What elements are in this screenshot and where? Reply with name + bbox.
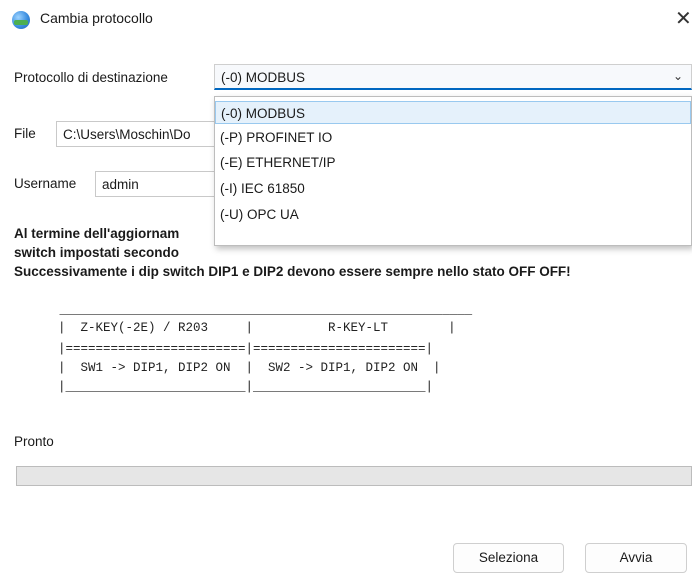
dropdown-option[interactable]: (-E) ETHERNET/IP — [215, 151, 691, 174]
table-bottom: |________________________|______________… — [58, 380, 434, 394]
dropdown-option[interactable]: (-0) MODBUS — [215, 101, 691, 124]
select-button[interactable]: Seleziona — [453, 543, 564, 573]
table-separator: |========================|==============… — [58, 342, 434, 356]
username-label: Username — [14, 176, 77, 191]
title-bar: Cambia protocollo ✕ — [0, 0, 692, 38]
status-text: Pronto — [14, 434, 54, 449]
protocol-dropdown-list: (-0) MODBUS (-P) PROFINET IO (-E) ETHERN… — [214, 96, 692, 246]
protocol-label: Protocollo di destinazione — [14, 70, 168, 85]
username-field-value: admin — [102, 177, 139, 192]
start-button[interactable]: Avvia — [585, 543, 687, 573]
message-line-2: switch impostati secondo — [14, 245, 180, 260]
progress-bar — [16, 466, 692, 486]
close-icon[interactable]: ✕ — [675, 6, 692, 31]
window-title: Cambia protocollo — [40, 10, 153, 26]
file-label: File — [14, 126, 36, 141]
file-field[interactable]: C:\Users\Moschin\Do — [56, 121, 216, 147]
protocol-select[interactable]: (-0) MODBUS ⌄ — [214, 64, 692, 90]
dropdown-option[interactable]: (-U) OPC UA — [215, 203, 691, 226]
globe-icon — [12, 11, 30, 29]
message-line-3: Successivamente i dip switch DIP1 e DIP2… — [14, 264, 571, 279]
dropdown-option[interactable]: (-I) IEC 61850 — [215, 177, 691, 200]
table-header: | Z-KEY(-2E) / R203 | R-KEY-LT | — [58, 321, 456, 335]
file-field-value: C:\Users\Moschin\Do — [63, 127, 191, 142]
dropdown-option[interactable]: (-P) PROFINET IO — [215, 126, 691, 149]
message-line-1: Al termine dell'aggiornam — [14, 226, 180, 241]
username-field[interactable]: admin — [95, 171, 216, 197]
protocol-select-value: (-0) MODBUS — [221, 70, 305, 85]
table-top: ________________________________________… — [52, 303, 473, 317]
chevron-down-icon[interactable]: ⌄ — [673, 69, 683, 83]
table-row: | SW1 -> DIP1, DIP2 ON | SW2 -> DIP1, DI… — [58, 361, 441, 375]
